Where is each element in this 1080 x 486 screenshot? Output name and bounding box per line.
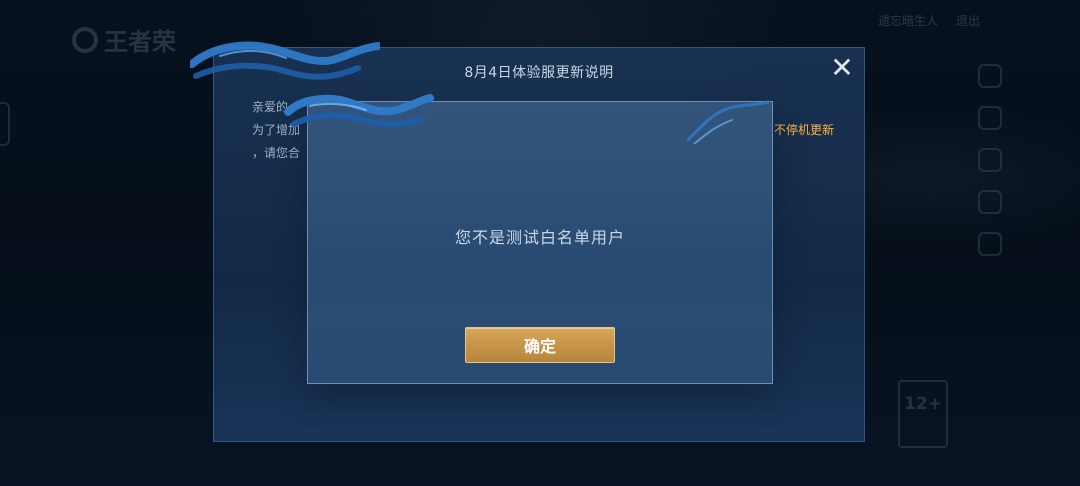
shield-icon[interactable]	[978, 190, 1002, 214]
close-icon[interactable]: ✕	[828, 54, 856, 82]
confirm-button[interactable]: 确定	[465, 327, 615, 363]
game-screen: 王者荣 遗忘暗生人 退出 12+ 8月4日体验服更新说明 ✕ 亲爱的 为了增加 …	[0, 0, 1080, 486]
dialog-corner-ornament	[686, 100, 770, 144]
announcement-highlight: 不停机更新	[774, 123, 835, 137]
side-menu-icons	[978, 64, 1002, 256]
announcement-line: ，请您合	[252, 146, 301, 160]
age-rating-text: 12+	[904, 394, 942, 414]
download-icon[interactable]	[978, 106, 1002, 130]
game-logo: 王者荣	[72, 22, 176, 57]
sound-icon[interactable]	[978, 148, 1002, 172]
confirm-button-label: 确定	[523, 337, 556, 356]
left-edge-tab[interactable]	[0, 102, 10, 146]
panel-swirl-ornament	[190, 41, 380, 80]
top-action-account[interactable]: 遗忘暗生人	[878, 12, 938, 29]
announcement-line: 亲爱的	[252, 100, 289, 114]
dialog-swirl-ornament	[284, 94, 434, 128]
dialog-message: 您不是测试白名单用户	[454, 228, 625, 247]
whitelist-dialog: 您不是测试白名单用户 确定	[284, 94, 773, 384]
logo-ring-icon	[72, 26, 98, 53]
notice-icon[interactable]	[978, 232, 1002, 256]
age-rating-badge: 12+	[898, 380, 948, 448]
help-icon[interactable]	[978, 64, 1002, 88]
top-action-exit[interactable]: 退出	[956, 12, 980, 29]
logo-text: 王者荣	[104, 28, 176, 56]
top-actions: 遗忘暗生人 退出	[878, 12, 980, 29]
